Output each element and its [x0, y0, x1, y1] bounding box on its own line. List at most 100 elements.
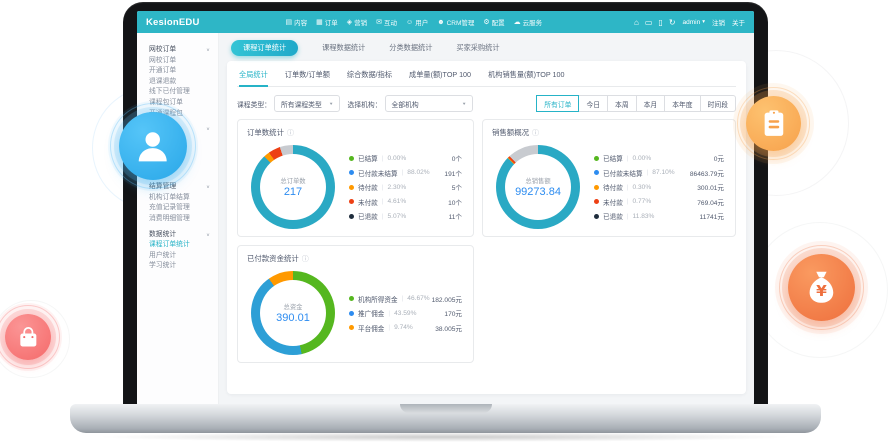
legend-label: 已退款: [603, 211, 623, 221]
secondary-tab[interactable]: 机构销售量(额)TOP 100: [488, 70, 564, 80]
chevron-down-icon: ∨: [206, 125, 210, 133]
refresh-icon[interactable]: ↻: [669, 18, 676, 27]
primary-tab[interactable]: 买家采购统计: [456, 43, 499, 53]
sidebar-item-label: 机构订单结算: [149, 193, 190, 204]
nav-menu-item[interactable]: ☻ CRM管理: [437, 17, 474, 27]
sidebar-item[interactable]: 网校订单 ∨: [137, 56, 218, 67]
sidebar-item[interactable]: 课程订单统计 ∨: [137, 240, 218, 251]
sidebar-item[interactable]: 机构订单结算 ∨: [137, 193, 218, 204]
sidebar-item[interactable]: 数据统计 ∨: [137, 230, 218, 241]
brand-logo: KesionEDU: [146, 17, 200, 28]
monitor-icon[interactable]: ▭: [645, 18, 653, 27]
sidebar-item[interactable]: 结算管理 ∨: [137, 182, 218, 193]
date-range-buttons: 所有订单今日本周本月本年度时间段: [536, 95, 736, 112]
sidebar-item[interactable]: 退课退款 ∨: [137, 77, 218, 88]
sidebar-item[interactable]: 网校订单 ∨: [137, 45, 218, 56]
legend-row: 已退款 | 11.83% 11741元: [594, 211, 724, 221]
secondary-tab[interactable]: 订单数/订单额: [285, 70, 330, 80]
user-menu[interactable]: admin ▾: [683, 19, 705, 26]
nav-menu-item[interactable]: ☺ 用户: [406, 17, 428, 27]
legend-percent: 87.10%: [652, 169, 674, 176]
legend-dot: [594, 170, 599, 175]
about-link[interactable]: 关于: [732, 17, 745, 27]
secondary-tab[interactable]: 综合数据/指标: [347, 70, 392, 80]
legend-separator: |: [382, 184, 384, 191]
nav-menu-item[interactable]: ⚙ 配置: [483, 17, 504, 27]
nav-menu-item[interactable]: ▤ 内容: [286, 17, 308, 27]
legend-row: 待付款 | 2.30% 5个: [349, 182, 462, 192]
range-button[interactable]: 所有订单: [536, 95, 579, 112]
logout-link[interactable]: 注销: [712, 17, 725, 27]
range-button[interactable]: 本周: [608, 95, 637, 112]
legend-dot: [349, 156, 354, 161]
secondary-tab[interactable]: 成单量(额)TOP 100: [409, 70, 471, 80]
legend-value: 38.005元: [435, 323, 462, 333]
nav-menu-icon: ☺: [406, 19, 413, 26]
legend-label: 已结算: [358, 153, 378, 163]
sidebar-item[interactable]: 线下已付管理 ∨: [137, 87, 218, 98]
course-type-select[interactable]: 所有课程类型 ▾: [274, 95, 340, 112]
org-select[interactable]: 全部机构 ▾: [385, 95, 473, 112]
nav-menu-label: 配置: [492, 17, 505, 27]
primary-tab[interactable]: 分类数据统计: [389, 43, 432, 53]
legend-row: 机构所得资金 | 46.67% 182.005元: [349, 294, 462, 304]
primary-tab[interactable]: 课程数据统计: [322, 43, 365, 53]
nav-menu-item[interactable]: ◈ 营销: [347, 17, 367, 27]
legend-label: 已结算: [603, 153, 623, 163]
legend-label: 待付款: [358, 182, 378, 192]
range-button[interactable]: 今日: [579, 95, 608, 112]
sales-donut-chart: 总销售额 99273.84: [496, 145, 580, 229]
secondary-tab[interactable]: 全局统计: [239, 70, 268, 80]
nav-right-cluster: ⌂ ▭ ▯ ↻ admin ▾ 注销 关于: [634, 17, 745, 27]
chevron-down-icon: ∨: [206, 231, 210, 239]
donut-center: 总订单数 217: [251, 145, 335, 229]
legend-separator: |: [388, 310, 390, 317]
sidebar-item[interactable]: 课程包订单 ∨: [137, 98, 218, 109]
legend-value: 11741元: [700, 211, 724, 221]
primary-tabs: 课程订单统计 课程数据统计 分类数据统计 买家采购统计: [227, 39, 746, 56]
card-title-text: 订单数统计: [247, 127, 284, 138]
primary-tab[interactable]: 课程订单统计: [231, 40, 298, 56]
laptop-floor-shadow: [95, 432, 795, 442]
sidebar-item[interactable]: 充值记录管理 ∨: [137, 203, 218, 214]
legend-row: 已结算 | 0.00% 0个: [349, 153, 462, 163]
legend-percent: 2.30%: [388, 184, 407, 191]
sidebar-item[interactable]: 用户统计 ∨: [137, 251, 218, 262]
legend-separator: |: [627, 184, 629, 191]
sidebar-item[interactable]: 消费明细管理 ∨: [137, 214, 218, 225]
org-value: 全部机构: [392, 99, 419, 109]
legend-value: 170元: [444, 308, 462, 318]
sidebar-item-label: 消费明细管理: [149, 214, 190, 225]
legend-row: 已付款未结算 | 88.02% 191个: [349, 168, 462, 178]
range-button[interactable]: 本年度: [665, 95, 700, 112]
course-type-value: 所有课程类型: [281, 99, 322, 109]
mobile-icon[interactable]: ▯: [658, 18, 662, 27]
home-icon[interactable]: ⌂: [634, 18, 639, 27]
username: admin: [683, 19, 701, 26]
range-button[interactable]: 本月: [637, 95, 666, 112]
nav-menu-item[interactable]: ☁ 云服务: [514, 17, 543, 27]
chart-legend: 已结算 | 0.00% 0个 已付款未结算 | 88.02%: [349, 153, 464, 221]
orders-donut-chart: 总订单数 217: [251, 145, 335, 229]
sidebar-item[interactable]: 开通订单 ∨: [137, 66, 218, 77]
sidebar-item-label: 课程包订单: [149, 98, 183, 109]
nav-menu-label: 营销: [354, 17, 367, 27]
legend-dot: [349, 199, 354, 204]
info-icon[interactable]: ⓘ: [287, 128, 294, 138]
info-icon[interactable]: ⓘ: [302, 254, 309, 264]
nav-menu-icon: ▦: [316, 18, 323, 26]
nav-menu-item[interactable]: ✉ 互动: [376, 17, 397, 27]
sidebar-item[interactable]: 学习统计 ∨: [137, 261, 218, 272]
range-button[interactable]: 时间段: [701, 95, 736, 112]
legend-value: 191个: [444, 168, 462, 178]
legend-percent: 0.00%: [388, 155, 407, 162]
nav-menu-item[interactable]: ▦ 订单: [316, 17, 338, 27]
sidebar-item-label: 退课退款: [149, 77, 176, 88]
legend-label: 推广佣金: [358, 308, 384, 318]
legend-label: 机构所得资金: [358, 294, 398, 304]
money-bag-feature-bubble: ¥: [788, 254, 855, 321]
donut-center-label: 总资金: [284, 302, 303, 311]
legend-percent: 0.00%: [633, 155, 652, 162]
info-icon[interactable]: ⓘ: [532, 128, 539, 138]
legend-separator: |: [382, 213, 384, 220]
